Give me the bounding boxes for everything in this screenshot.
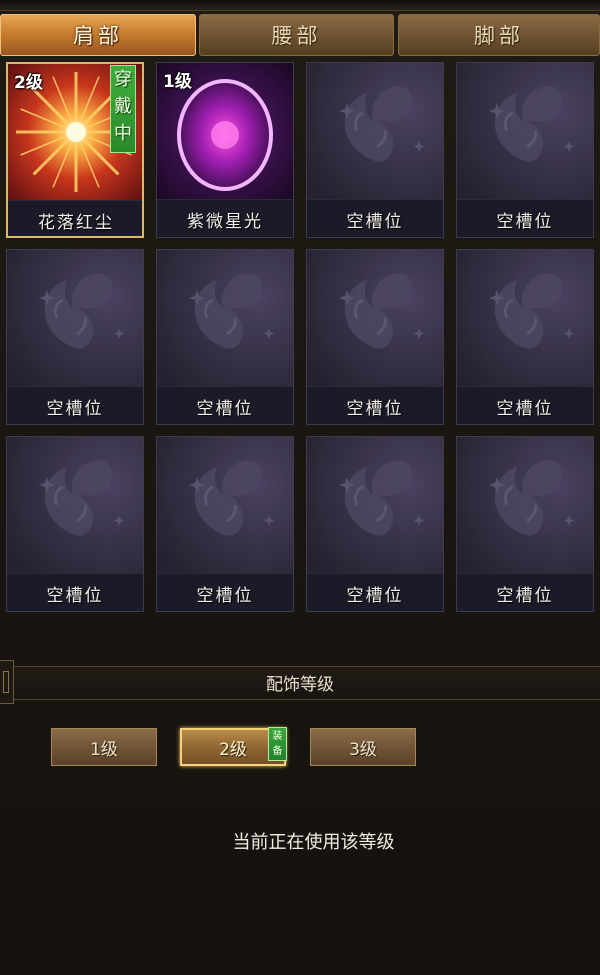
equipped-slot[interactable]: 1级紫微星光 xyxy=(156,62,294,238)
empty-slot[interactable]: 空槽位 xyxy=(306,436,444,612)
slot-name: 空槽位 xyxy=(457,386,593,424)
slot-name: 空槽位 xyxy=(157,386,293,424)
empty-slot[interactable]: 空槽位 xyxy=(156,436,294,612)
slot-name: 空槽位 xyxy=(7,573,143,611)
butterfly-icon xyxy=(157,437,293,573)
empty-slot[interactable]: 空槽位 xyxy=(456,62,594,238)
butterfly-icon xyxy=(307,250,443,386)
slot-name: 空槽位 xyxy=(307,386,443,424)
tab-shoulder[interactable]: 肩部 xyxy=(0,14,196,56)
wearing-badge: 穿戴中 xyxy=(110,65,136,153)
slot-level: 2级 xyxy=(14,73,43,93)
empty-slot[interactable]: 空槽位 xyxy=(6,436,144,612)
equip-badge: 装备 xyxy=(268,727,287,761)
top-border xyxy=(0,0,600,11)
slot-level: 1级 xyxy=(163,72,192,92)
slot-name: 空槽位 xyxy=(457,199,593,237)
butterfly-icon xyxy=(7,250,143,386)
butterfly-icon xyxy=(457,437,593,573)
butterfly-icon xyxy=(307,437,443,573)
butterfly-icon xyxy=(7,437,143,573)
tab-feet[interactable]: 脚部 xyxy=(398,14,600,56)
slot-name: 空槽位 xyxy=(457,573,593,611)
empty-slot[interactable]: 空槽位 xyxy=(306,62,444,238)
empty-slot[interactable]: 空槽位 xyxy=(156,249,294,425)
butterfly-icon xyxy=(307,63,443,199)
slot-name: 空槽位 xyxy=(7,386,143,424)
slot-name: 空槽位 xyxy=(307,573,443,611)
slot-name: 花落红尘 xyxy=(8,200,142,236)
slot-name: 紫微星光 xyxy=(157,199,293,237)
slot-name: 空槽位 xyxy=(307,199,443,237)
status-text: 当前正在使用该等级 xyxy=(232,832,395,853)
empty-slot[interactable]: 空槽位 xyxy=(6,249,144,425)
butterfly-icon xyxy=(457,250,593,386)
empty-slot[interactable]: 空槽位 xyxy=(456,249,594,425)
empty-slot[interactable]: 空槽位 xyxy=(456,436,594,612)
tab-waist[interactable]: 腰部 xyxy=(199,14,394,56)
empty-slot[interactable]: 空槽位 xyxy=(306,249,444,425)
butterfly-icon xyxy=(157,250,293,386)
equipped-slot[interactable]: 2级 穿戴中花落红尘 xyxy=(6,62,144,238)
accessory-panel: 肩部 腰部 脚部 2级穿戴中花落红尘 1级 紫微星光 空槽位 空槽位 空槽位 空槽位 空槽位空… xyxy=(0,0,600,975)
level-1-button[interactable]: 1级 xyxy=(51,728,157,766)
section-title: 配饰等级 xyxy=(266,674,334,695)
level-3-button[interactable]: 3级 xyxy=(310,728,416,766)
slot-name: 空槽位 xyxy=(157,573,293,611)
butterfly-icon xyxy=(457,63,593,199)
